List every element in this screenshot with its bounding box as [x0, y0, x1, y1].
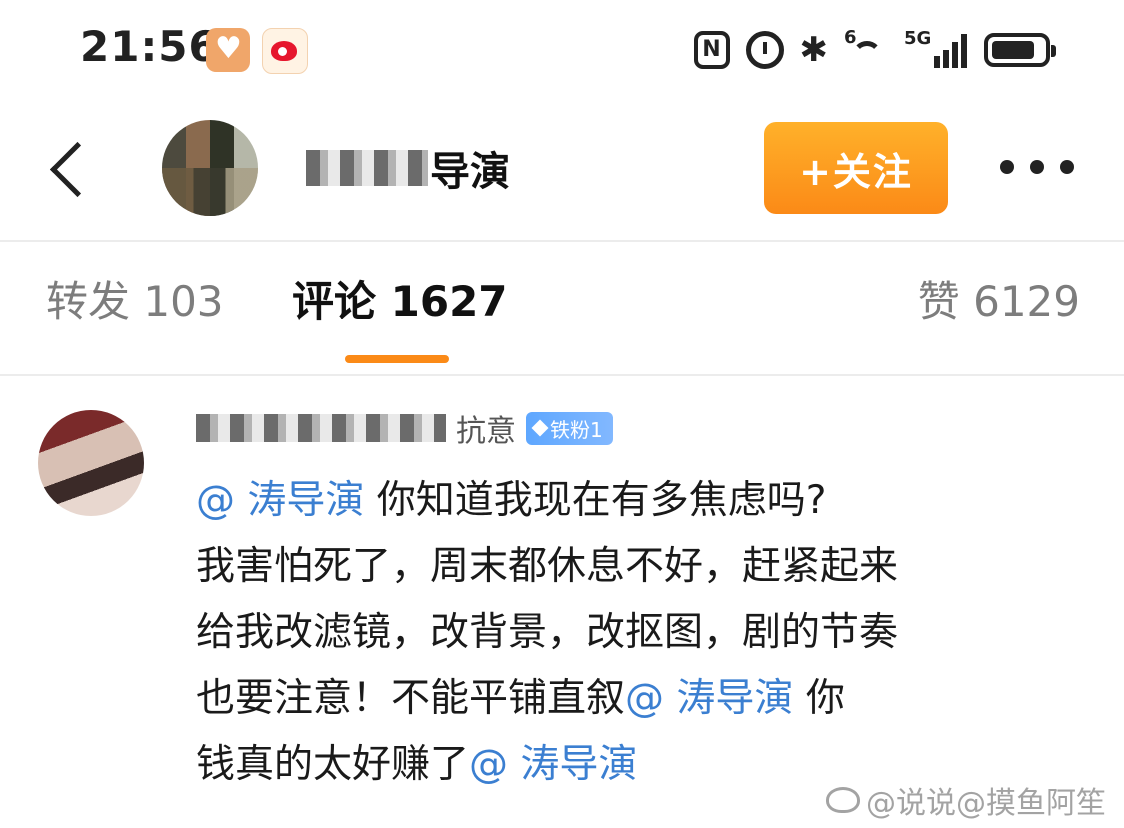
comment-line-3: 给我改滤镜，改背景，改抠图，剧的节奏	[196, 610, 899, 655]
user-name: 导演	[430, 149, 510, 195]
heart-app-icon	[206, 28, 250, 72]
fan-badge-label: 铁粉1	[550, 417, 603, 442]
signal-5g-icon: 5G	[904, 28, 968, 70]
comment-text-segment: 你	[793, 676, 845, 721]
status-bar: 21:56 N ✱ 5G	[0, 0, 1124, 100]
commenter-name[interactable]: 抗意	[456, 406, 516, 450]
mention-link[interactable]: @ 涛导演	[196, 478, 364, 523]
commenter-name-redaction	[196, 414, 446, 442]
tabs-divider	[0, 374, 1124, 376]
user-avatar[interactable]	[162, 120, 258, 216]
watermark: @说说@摸鱼阿笙	[826, 778, 1106, 822]
comment-text: @ 涛导演 你知道我现在有多焦虑吗? 我害怕死了，周末都休息不好，赶紧起来 给我…	[196, 468, 1096, 798]
system-icons: N ✱ 5G	[693, 26, 1056, 74]
commenter-avatar[interactable]	[38, 410, 144, 516]
follow-button[interactable]: +关注	[764, 122, 948, 214]
mention-link[interactable]: @ 涛导演	[625, 676, 793, 721]
watermark-text: @说说@摸鱼阿笙	[866, 786, 1106, 821]
diamond-icon	[531, 419, 549, 437]
name-redaction	[306, 150, 428, 186]
battery-icon	[984, 33, 1056, 67]
weibo-app-icon	[262, 28, 308, 74]
fan-level-badge: 铁粉1	[526, 411, 613, 445]
mention-link[interactable]: @ 涛导演	[469, 742, 637, 787]
commenter-line: 抗意 铁粉1	[196, 406, 613, 450]
comment-text-segment: 钱真的太好赚了	[196, 742, 470, 787]
comment-text-segment: 你知道我现在有多焦虑吗?	[364, 478, 827, 523]
comment-item[interactable]: 抗意 铁粉1 @ 涛导演 你知道我现在有多焦虑吗? 我害怕死了，周末都休息不好，…	[0, 378, 1124, 828]
tab-likes[interactable]: 赞 6129	[918, 272, 1080, 332]
header-divider	[0, 240, 1124, 242]
comment-line-4: 也要注意！不能平铺直叙@ 涛导演 你	[196, 666, 1096, 732]
comment-line-1: @ 涛导演 你知道我现在有多焦虑吗?	[196, 468, 1096, 534]
alarm-icon	[745, 31, 784, 69]
bluetooth-icon: ✱	[799, 30, 829, 70]
comment-text-segment: 也要注意！不能平铺直叙	[196, 676, 626, 721]
active-tab-indicator	[345, 355, 449, 363]
user-name-block[interactable]: 导演	[306, 140, 510, 196]
weibo-logo-icon	[826, 787, 860, 813]
tab-bar: 转发 103 评论 1627 赞 6129	[0, 272, 1124, 352]
profile-header: 导演 +关注	[0, 100, 1124, 240]
more-horizontal-icon[interactable]	[1000, 160, 1080, 174]
back-chevron-icon[interactable]	[44, 140, 90, 200]
status-time: 21:56	[80, 22, 219, 71]
tab-comments[interactable]: 评论 1627	[292, 272, 508, 332]
nfc-icon: N	[693, 31, 730, 69]
tab-reposts[interactable]: 转发 103	[46, 272, 224, 332]
wifi-icon	[844, 27, 888, 69]
comment-line-2: 我害怕死了，周末都休息不好，赶紧起来	[196, 544, 899, 589]
